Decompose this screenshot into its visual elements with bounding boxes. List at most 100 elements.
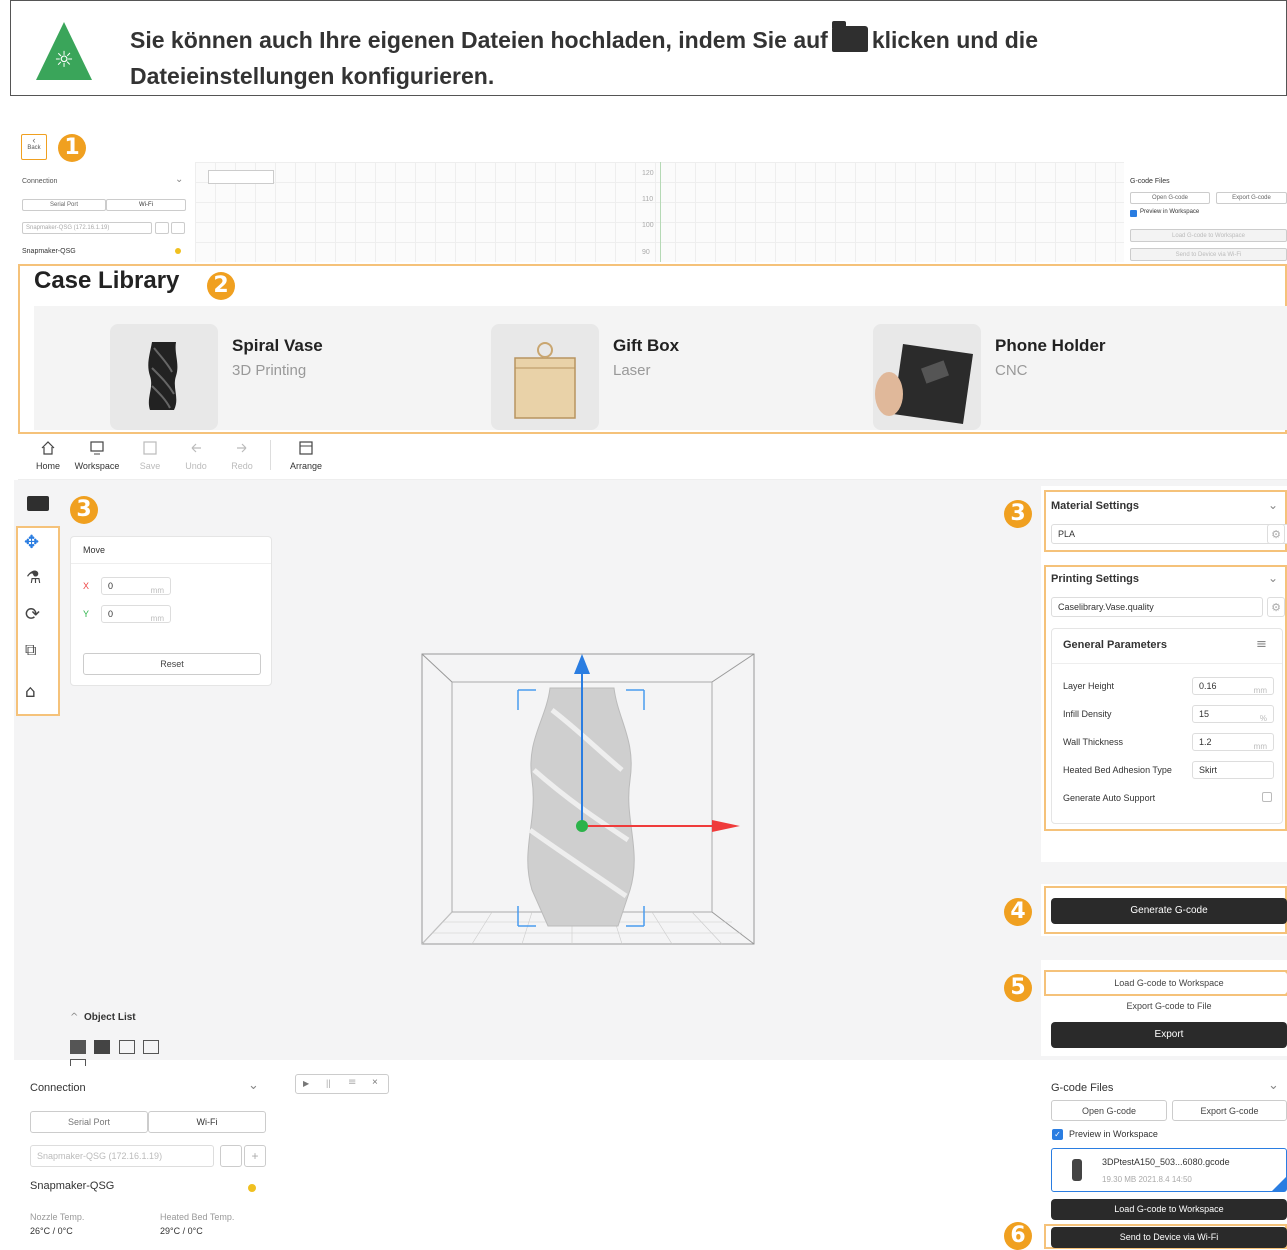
top-export-gcode-button[interactable]: Export G-code bbox=[1216, 192, 1287, 204]
send-via-wifi-button[interactable]: Send to Device via Wi-Fi bbox=[1051, 1227, 1287, 1248]
save-icon bbox=[143, 441, 157, 455]
open-file-button[interactable] bbox=[25, 492, 51, 512]
rotate-tool-icon[interactable]: ⟳ bbox=[25, 604, 40, 625]
top-strip-workspace bbox=[15, 162, 1287, 262]
case-card-spiral-vase[interactable] bbox=[110, 324, 218, 430]
preview-checkbox[interactable]: ✓ bbox=[1052, 1129, 1063, 1140]
ruler-label: 120 bbox=[642, 170, 654, 177]
top-serial-tab[interactable]: Serial Port bbox=[22, 199, 106, 211]
material-gear-button[interactable]: ⚙ bbox=[1267, 524, 1285, 544]
quality-select[interactable]: Caselibrary.Vase.quality bbox=[1051, 597, 1263, 617]
toolbar-workspace[interactable]: Workspace bbox=[70, 440, 124, 471]
bed-temp-label: Heated Bed Temp. bbox=[160, 1212, 235, 1222]
chevron-up-icon: ^ bbox=[70, 1012, 79, 1023]
toolbar-divider bbox=[270, 440, 271, 470]
view-front-icon[interactable] bbox=[94, 1040, 111, 1054]
badge-2: 2 bbox=[207, 272, 235, 300]
toolbar-label: Workspace bbox=[74, 461, 120, 471]
top-send-wifi-button[interactable]: Send to Device via Wi-Fi bbox=[1130, 248, 1287, 261]
pause-icon[interactable]: || bbox=[326, 1078, 331, 1088]
gcode-files-title: G-code Files bbox=[1051, 1082, 1114, 1094]
object-list-header[interactable]: ^ Object List bbox=[70, 1012, 136, 1023]
support-tool-icon[interactable]: ⌂ bbox=[25, 682, 36, 702]
mirror-tool-icon[interactable]: ⧉ bbox=[25, 640, 36, 660]
preview-checkbox[interactable] bbox=[1130, 210, 1137, 217]
material-select[interactable]: PLA bbox=[1051, 524, 1287, 544]
device-select[interactable]: Snapmaker-QSG (172.16.1.19) bbox=[30, 1145, 214, 1167]
build-volume-viewport[interactable] bbox=[418, 650, 758, 950]
close-icon[interactable]: × bbox=[372, 1077, 378, 1088]
top-load-gcode-button[interactable]: Load G-code to Workspace bbox=[1130, 229, 1287, 242]
play-icon[interactable]: ▶ bbox=[303, 1079, 309, 1088]
stop-icon[interactable]: ≡ bbox=[348, 1077, 356, 1088]
back-button[interactable]: ‹ Back bbox=[21, 134, 47, 160]
chevron-down-icon[interactable]: ⌄ bbox=[175, 174, 183, 185]
infill-density-input[interactable]: 15% bbox=[1192, 705, 1274, 723]
reset-button[interactable]: Reset bbox=[83, 653, 261, 675]
export-to-file-option[interactable]: Export G-code to File bbox=[1051, 996, 1287, 1016]
menu-icon[interactable]: ≡ bbox=[1256, 637, 1267, 652]
lightbulb-icon: ☼ bbox=[54, 48, 74, 73]
tip-text: Sie können auch Ihre eigenen Dateien hoc… bbox=[130, 21, 1038, 89]
export-button[interactable]: Export bbox=[1051, 1022, 1287, 1048]
scale-tool-icon[interactable]: ⚗ bbox=[26, 568, 41, 588]
view-top-icon[interactable] bbox=[118, 1040, 135, 1054]
case-card-gift-box[interactable] bbox=[491, 324, 599, 430]
view-left-icon[interactable] bbox=[143, 1040, 160, 1054]
x-input[interactable]: 0 mm bbox=[101, 577, 171, 595]
printing-gear-icon[interactable]: ⚙ bbox=[1267, 597, 1285, 617]
top-playback-controls[interactable] bbox=[208, 170, 274, 184]
gcode-file-item[interactable]: 3DPtestA150_503...6080.gcode 19.30 MB 20… bbox=[1051, 1148, 1287, 1192]
case-card-phone-holder[interactable] bbox=[873, 324, 981, 430]
badge-4: 4 bbox=[1004, 898, 1032, 926]
view-iso-icon[interactable] bbox=[70, 1040, 86, 1054]
toolbar-arrange[interactable]: Arrange bbox=[286, 440, 326, 471]
toolbar-home[interactable]: Home bbox=[34, 440, 62, 471]
param-label: Infill Density bbox=[1063, 709, 1112, 719]
chevron-down-icon[interactable]: ⌄ bbox=[1268, 1078, 1279, 1093]
refresh-button[interactable] bbox=[220, 1145, 242, 1167]
top-refresh-button[interactable] bbox=[155, 222, 169, 234]
chevron-left-icon: ‹ bbox=[32, 135, 36, 145]
serial-port-tab[interactable]: Serial Port bbox=[30, 1111, 148, 1133]
chevron-down-icon[interactable]: ⌄ bbox=[248, 1078, 259, 1093]
connection-title: Connection bbox=[30, 1082, 86, 1094]
auto-support-checkbox[interactable] bbox=[1262, 792, 1272, 802]
chevron-down-icon[interactable]: ⌄ bbox=[1268, 571, 1278, 585]
adhesion-type-select[interactable]: Skirt bbox=[1192, 761, 1274, 779]
toolbar-redo[interactable]: Redo bbox=[228, 440, 256, 471]
move-tool-icon[interactable]: ✥ bbox=[24, 532, 39, 553]
export-gcode-button[interactable]: Export G-code bbox=[1172, 1100, 1287, 1121]
top-add-button[interactable] bbox=[171, 222, 185, 234]
toolbar-label: Undo bbox=[185, 461, 207, 471]
toolbar-undo[interactable]: Undo bbox=[182, 440, 210, 471]
wall-thickness-input[interactable]: 1.2 mm bbox=[1192, 733, 1274, 751]
y-input[interactable]: 0 mm bbox=[101, 605, 171, 623]
selected-corner-icon bbox=[1272, 1177, 1286, 1191]
vase-file-icon bbox=[1072, 1159, 1082, 1181]
redo-icon bbox=[237, 443, 247, 453]
generate-gcode-button[interactable]: Generate G-code bbox=[1051, 898, 1287, 924]
badge-5: 5 bbox=[1004, 974, 1032, 1002]
general-parameters-panel: General Parameters ≡ Layer Height 0.16 mm… bbox=[1051, 628, 1283, 824]
wifi-tab[interactable]: Wi-Fi bbox=[148, 1111, 266, 1133]
move-panel: Move X 0 mm Y 0 mm Reset bbox=[70, 536, 272, 686]
open-gcode-button[interactable]: Open G-code bbox=[1051, 1100, 1167, 1121]
top-wifi-tab[interactable]: Wi-Fi bbox=[106, 199, 186, 211]
toolbar-label: Arrange bbox=[289, 461, 323, 471]
case-list bbox=[34, 306, 1287, 430]
material-settings-title: Material Settings bbox=[1051, 500, 1140, 512]
badge-3: 3 bbox=[70, 496, 98, 524]
monitor-icon bbox=[90, 441, 104, 455]
top-device-select[interactable]: Snapmaker-QSG (172.16.1.19) bbox=[22, 222, 152, 234]
add-device-button[interactable]: + bbox=[244, 1145, 266, 1167]
toolbar-save[interactable]: Save bbox=[136, 440, 164, 471]
case-library-title: Case Library bbox=[34, 267, 180, 294]
layer-height-input[interactable]: 0.16 mm bbox=[1192, 677, 1274, 695]
load-gcode-button[interactable]: Load G-code to Workspace bbox=[1051, 972, 1287, 994]
param-label: Heated Bed Adhesion Type bbox=[1063, 765, 1172, 775]
top-open-gcode-button[interactable]: Open G-code bbox=[1130, 192, 1210, 204]
ruler-label: 90 bbox=[642, 249, 650, 256]
chevron-down-icon[interactable]: ⌄ bbox=[1268, 498, 1278, 512]
load-gcode-button[interactable]: Load G-code to Workspace bbox=[1051, 1199, 1287, 1220]
